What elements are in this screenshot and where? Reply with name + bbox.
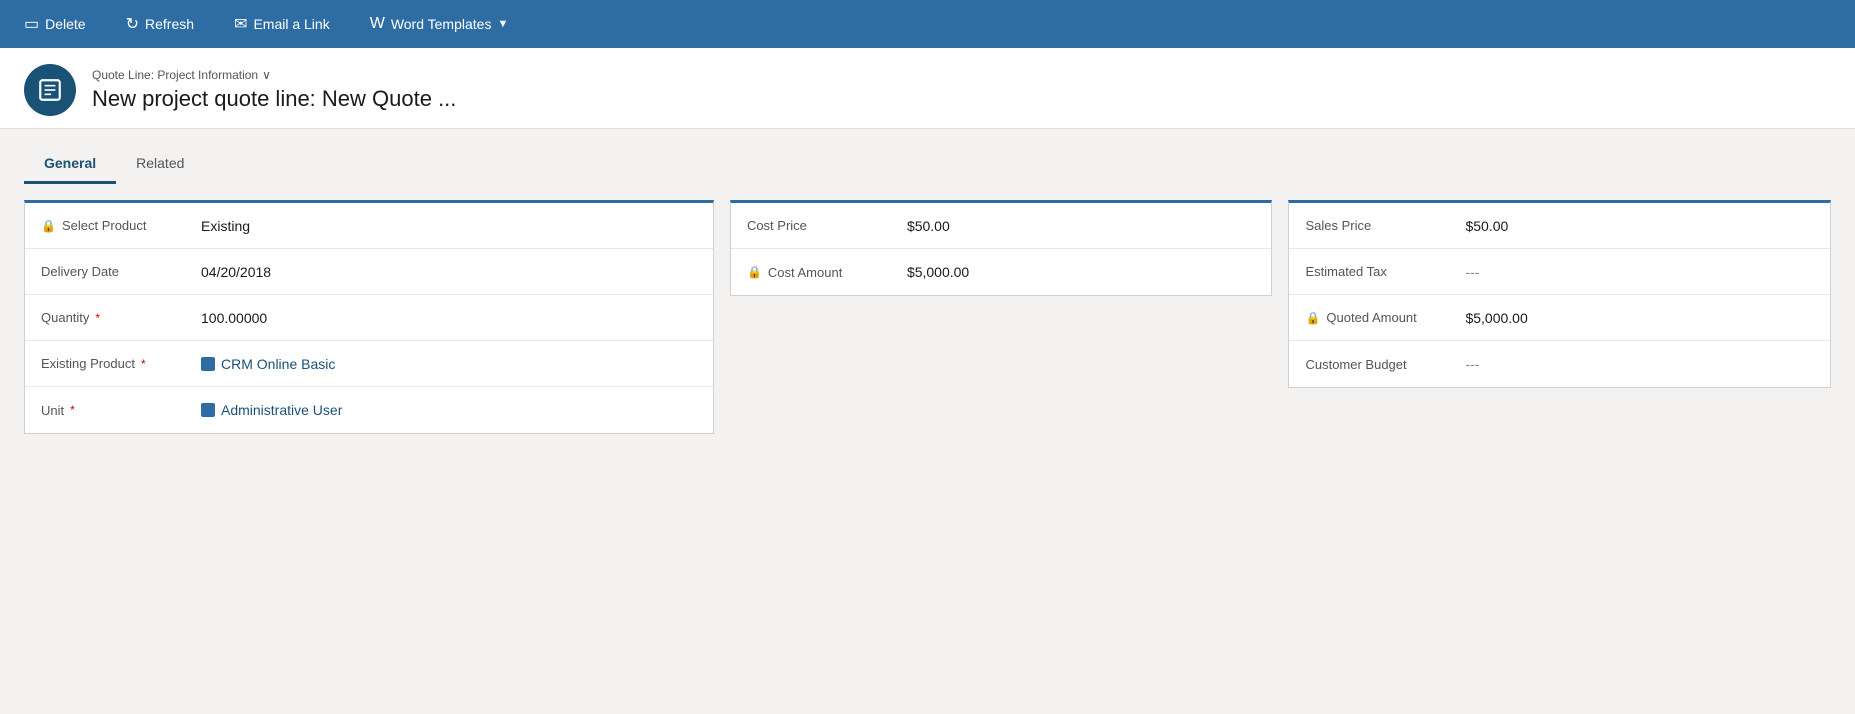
select-product-label: 🔒 Select Product [41,218,201,233]
sales-price-value[interactable]: $50.00 [1465,218,1508,234]
header-text: Quote Line: Project Information ∨ New pr… [92,68,456,112]
estimated-tax-value: --- [1465,264,1479,280]
field-quoted-amount: 🔒 Quoted Amount $5,000.00 [1289,295,1830,341]
breadcrumb-text: Quote Line: Project Information [92,68,258,82]
delivery-date-label: Delivery Date [41,264,201,279]
tab-general[interactable]: General [24,145,116,184]
delete-label: Delete [45,16,85,32]
tabs: General Related [24,145,1831,184]
entity-icon [24,64,76,116]
field-customer-budget: Customer Budget --- [1289,341,1830,387]
quantity-label: Quantity * [41,310,201,325]
refresh-icon: ↻ [126,14,139,34]
field-estimated-tax: Estimated Tax --- [1289,249,1830,295]
tabs-area: General Related [0,129,1855,184]
lock-icon: 🔒 [41,219,56,233]
existing-product-label: Existing Product * [41,356,201,371]
unit-label: Unit * [41,403,201,418]
field-existing-product: Existing Product * CRM Online Basic [25,341,713,387]
tab-related[interactable]: Related [116,145,204,184]
chevron-down-icon: ▼ [497,18,508,30]
sales-price-label: Sales Price [1305,218,1465,233]
cost-amount-lock-icon: 🔒 [747,265,762,279]
existing-product-required: * [141,357,146,371]
field-select-product: 🔒 Select Product Existing [25,203,713,249]
delivery-date-value[interactable]: 04/20/2018 [201,264,271,280]
right-card: Sales Price $50.00 Estimated Tax --- 🔒 Q… [1288,200,1831,388]
quoted-amount-label: 🔒 Quoted Amount [1305,310,1465,325]
cost-amount-label: 🔒 Cost Amount [747,265,907,280]
breadcrumb-chevron: ∨ [262,68,271,82]
delete-icon: ▭ [24,14,39,34]
mid-card: Cost Price $50.00 🔒 Cost Amount $5,000.0… [730,200,1273,296]
main-content: 🔒 Select Product Existing Delivery Date … [0,184,1855,458]
field-sales-price: Sales Price $50.00 [1289,203,1830,249]
customer-budget-value: --- [1465,356,1479,372]
cost-price-value[interactable]: $50.00 [907,218,950,234]
delete-button[interactable]: ▭ Delete [16,10,94,38]
word-templates-button[interactable]: W Word Templates ▼ [362,11,517,37]
select-product-value: Existing [201,218,250,234]
cost-price-label: Cost Price [747,218,907,233]
refresh-button[interactable]: ↻ Refresh [118,10,202,38]
word-templates-label: Word Templates [391,16,492,32]
unit-required: * [70,403,75,417]
quoted-amount-lock-icon: 🔒 [1305,311,1320,325]
field-cost-price: Cost Price $50.00 [731,203,1272,249]
toolbar: ▭ Delete ↻ Refresh ✉ Email a Link W Word… [0,0,1855,48]
field-cost-amount: 🔒 Cost Amount $5,000.00 [731,249,1272,295]
product-cube-icon [201,357,215,371]
email-label: Email a Link [253,16,329,32]
refresh-label: Refresh [145,16,194,32]
field-unit: Unit * Administrative User [25,387,713,433]
field-quantity: Quantity * 100.00000 [25,295,713,341]
word-icon: W [370,15,385,33]
breadcrumb[interactable]: Quote Line: Project Information ∨ [92,68,456,82]
field-delivery-date: Delivery Date 04/20/2018 [25,249,713,295]
existing-product-value[interactable]: CRM Online Basic [201,356,335,372]
left-card: 🔒 Select Product Existing Delivery Date … [24,200,714,434]
unit-value[interactable]: Administrative User [201,402,342,418]
quantity-required: * [95,311,100,325]
quoted-amount-value: $5,000.00 [1465,310,1527,326]
email-link-button[interactable]: ✉ Email a Link [226,10,338,38]
quantity-value[interactable]: 100.00000 [201,310,267,326]
header-area: Quote Line: Project Information ∨ New pr… [0,48,1855,129]
email-icon: ✉ [234,14,247,34]
cost-amount-value: $5,000.00 [907,264,969,280]
customer-budget-label: Customer Budget [1305,357,1465,372]
unit-entity-icon [201,403,215,417]
page-title: New project quote line: New Quote ... [92,86,456,112]
estimated-tax-label: Estimated Tax [1305,264,1465,279]
